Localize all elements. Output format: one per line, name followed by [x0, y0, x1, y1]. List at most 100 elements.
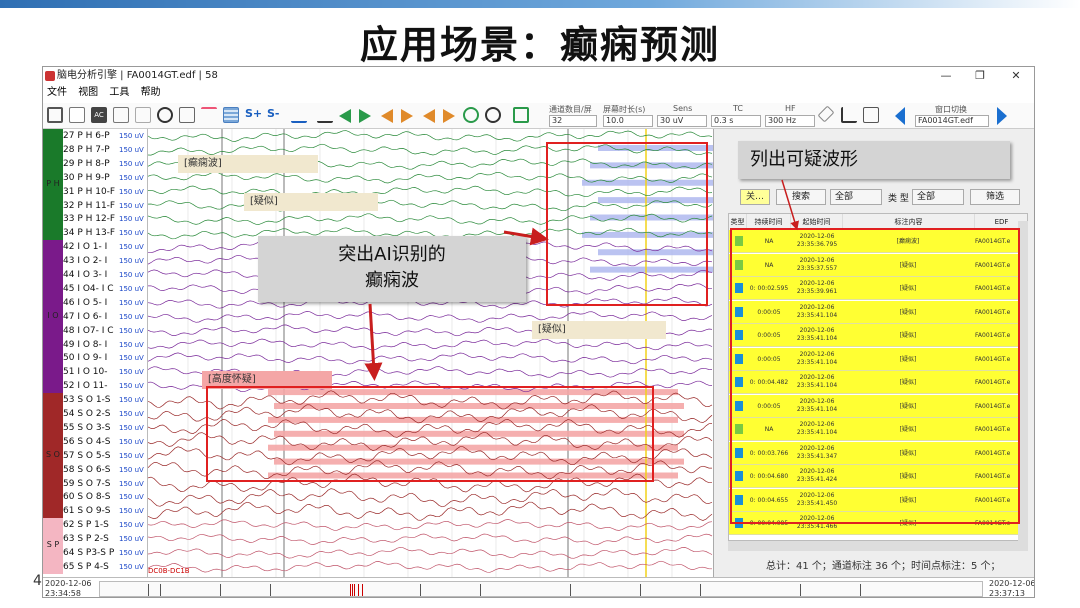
crop-icon[interactable] [841, 107, 857, 123]
save-icon[interactable] [47, 107, 63, 123]
eeg-trace [148, 338, 713, 351]
channel-unit: 150 uV [119, 243, 144, 252]
timeline-tick [220, 584, 221, 596]
channel-name: 64 S P3-S P [63, 548, 115, 558]
channel-row[interactable]: 28 P H 7-P 150 uV [63, 143, 147, 157]
channel-row[interactable]: 33 P H 12-F 150 uV [63, 212, 147, 226]
duration-select[interactable]: 10.0 [603, 115, 653, 127]
document-icon[interactable] [69, 107, 85, 123]
eeg-trace [148, 546, 713, 559]
table-hscrollbar[interactable] [728, 541, 1028, 551]
annotation-suspect-2[interactable]: [疑似] [532, 321, 666, 339]
prev-window-icon[interactable] [895, 107, 905, 125]
channel-unit: 150 uV [119, 326, 144, 335]
eraser-icon[interactable] [817, 105, 835, 123]
channel-row[interactable]: 58 S O 6-S 150 uV [63, 463, 147, 477]
channel-row[interactable]: 47 I O 6- I 150 uV [63, 310, 147, 324]
grid-icon[interactable] [223, 107, 239, 123]
eeg-trace [148, 130, 713, 142]
channel-unit: 150 uV [119, 132, 144, 140]
play-icon[interactable] [463, 107, 479, 123]
refresh-icon[interactable] [485, 107, 501, 123]
highlight-box-suspect [546, 142, 708, 306]
minimize-icon[interactable]: — [939, 69, 953, 82]
channel-row[interactable]: 61 S O 9-S 150 uV [63, 504, 147, 518]
channel-row[interactable]: 60 S O 8-S 150 uV [63, 490, 147, 504]
channel-row[interactable]: 49 I O 8- I 150 uV [63, 338, 147, 352]
window-switch-select[interactable]: FA0014GT.edf [915, 115, 989, 127]
channel-row[interactable]: 63 S P 2-S 150 uV [63, 532, 147, 546]
maximize-icon[interactable]: ❐ [973, 69, 987, 82]
menu-help[interactable]: 帮助 [141, 85, 161, 101]
signal-icon[interactable] [317, 107, 333, 123]
annotation-seizure[interactable]: [癫痫波] [178, 155, 318, 173]
channel-row[interactable]: 43 I O 2- I 150 uV [63, 254, 147, 268]
eeg-trace [148, 501, 713, 521]
channel-row[interactable]: 52 I O 11- 150 uV [63, 379, 147, 393]
menu-tools[interactable]: 工具 [109, 85, 129, 101]
hf-select[interactable]: 300 Hz [765, 115, 815, 127]
channel-row[interactable]: 29 P H 8-P 150 uV [63, 157, 147, 171]
channel-row[interactable]: 48 I O7- I C 150 uV [63, 324, 147, 338]
eeg-trace [148, 533, 713, 546]
search-button[interactable]: 搜索 [776, 189, 826, 205]
menu-file[interactable]: 文件 [47, 85, 67, 101]
list-icon[interactable] [513, 107, 529, 123]
filter-all-select-1[interactable]: 全部 [830, 189, 882, 205]
channel-row[interactable]: 64 S P3-S P 150 uV [63, 546, 147, 560]
scale-up-button[interactable]: S+ [245, 107, 265, 123]
forward-icon[interactable] [359, 109, 371, 123]
channel-unit: 150 uV [119, 549, 144, 557]
channel-row[interactable]: 55 S O 3-S 150 uV [63, 421, 147, 435]
timeline[interactable]: 2020-12-06 23:34:58 2020-12-06 23:37:13 [43, 577, 1034, 597]
chat-icon[interactable] [113, 107, 129, 123]
channel-row[interactable]: 30 P H 9-P 150 uV [63, 171, 147, 185]
prev-mark-icon[interactable] [423, 109, 435, 123]
zoom-icon[interactable] [157, 107, 173, 123]
channel-row[interactable]: 44 I O 3- I 150 uV [63, 268, 147, 282]
channel-row[interactable]: 27 P H 6-P 150 uV [63, 129, 147, 143]
channel-unit: 150 uV [119, 521, 144, 530]
channel-row[interactable]: 42 I O 1- I 150 uV [63, 240, 147, 254]
channel-row[interactable]: 65 S P 4-S 150 uV [63, 560, 147, 574]
channel-row[interactable]: 53 S O 1-S 150 uV [63, 393, 147, 407]
channel-row[interactable]: 50 I O 9- I 150 uV [63, 351, 147, 365]
annotation-suspect-1[interactable]: [疑似] [244, 193, 378, 211]
channel-row[interactable]: 51 I O 10- 150 uV [63, 365, 147, 379]
channel-row[interactable]: 34 P H 13-F 150 uV [63, 226, 147, 240]
filter-button[interactable]: 筛选 [970, 189, 1020, 205]
filter-all-select-2[interactable]: 全部 [912, 189, 964, 205]
tc-select[interactable]: 0.3 s [711, 115, 761, 127]
skip-start-icon[interactable] [381, 109, 393, 123]
close-icon[interactable]: ✕ [1009, 69, 1023, 82]
notes-icon[interactable] [135, 107, 151, 123]
eeg-trace [148, 560, 712, 573]
channel-row[interactable]: 54 S O 2-S 150 uV [63, 407, 147, 421]
channels-select[interactable]: 32 [549, 115, 597, 127]
next-mark-icon[interactable] [443, 109, 455, 123]
rewind-icon[interactable] [339, 109, 351, 123]
skip-end-icon[interactable] [401, 109, 413, 123]
channel-row[interactable]: 57 S O 5-S 150 uV [63, 449, 147, 463]
channel-unit: 150 uV [119, 368, 144, 377]
channel-row[interactable]: 45 I O4- I C 150 uV [63, 282, 147, 296]
channel-name: 65 S P 4-S [63, 561, 109, 572]
filter-icon[interactable] [201, 107, 217, 123]
channel-row[interactable]: 56 S O 4-S 150 uV [63, 435, 147, 449]
channel-row[interactable]: 46 I O 5- I 150 uV [63, 296, 147, 310]
chart-icon[interactable] [179, 107, 195, 123]
sens-select[interactable]: 30 uV [657, 115, 707, 127]
menu-view[interactable]: 视图 [78, 85, 98, 101]
wave-icon[interactable] [291, 107, 307, 123]
timeline-track[interactable] [99, 581, 983, 597]
scale-down-button[interactable]: S- [267, 107, 287, 123]
channel-row[interactable]: 32 P H 11-F 150 uV [63, 199, 147, 213]
ac-icon[interactable]: AC [91, 107, 107, 123]
search-input[interactable]: 关… [740, 189, 770, 205]
channel-row[interactable]: 31 P H 10-F 150 uV [63, 185, 147, 199]
summary-text: 总计：41 个；通道标注 36 个；时间点标注：5 个； [766, 561, 1001, 572]
channel-row[interactable]: 59 S O 7-S 150 uV [63, 477, 147, 491]
channel-row[interactable]: 62 S P 1-S 150 uV [63, 518, 147, 532]
next-window-icon[interactable] [997, 107, 1007, 125]
chart-menu-icon[interactable] [863, 107, 879, 123]
